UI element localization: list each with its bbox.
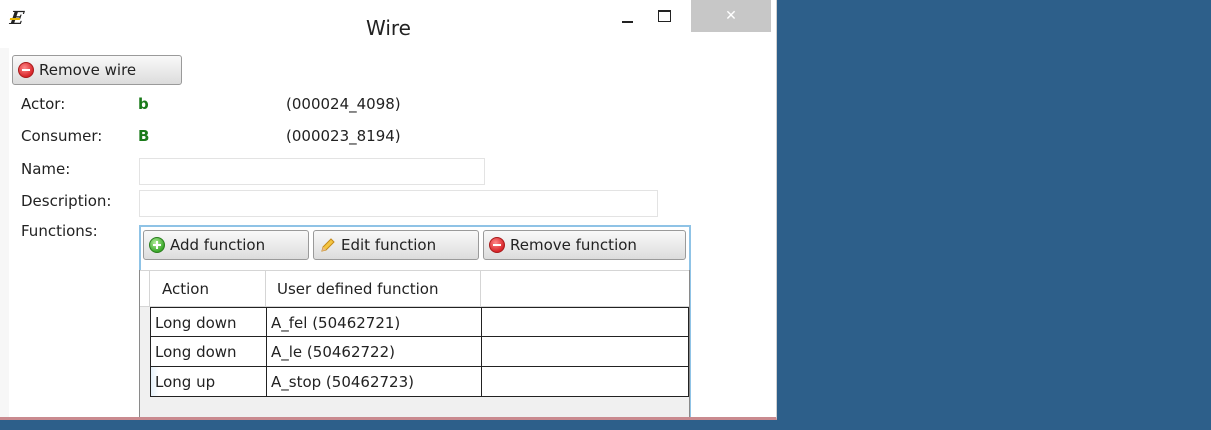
remove-function-button[interactable]: Remove function [483, 230, 686, 260]
consumer-id: (000023_8194) [286, 127, 401, 145]
table-row[interactable]: Long down A_le (50462722) [150, 337, 689, 367]
title-bar[interactable]: E Wire ✕ [0, 0, 776, 48]
maximize-icon [657, 10, 671, 22]
cell-action: Long down [150, 308, 266, 337]
table-row[interactable]: Long down A_fel (50462721) [150, 307, 689, 337]
add-circle-icon [149, 237, 165, 253]
consumer-label: Consumer: [21, 127, 103, 145]
actor-name: b [138, 95, 149, 113]
remove-wire-label: Remove wire [39, 61, 137, 79]
cell-action: Long up [150, 367, 266, 396]
pencil-icon [321, 238, 335, 252]
remove-circle-icon [18, 62, 34, 78]
maximize-button[interactable] [647, 0, 681, 32]
remove-circle-icon [489, 237, 505, 253]
cell-function: A_le (50462722) [266, 337, 481, 366]
actor-id: (000024_4098) [286, 95, 401, 113]
window-left-edge [0, 48, 9, 417]
actor-label: Actor: [21, 95, 66, 113]
functions-table[interactable]: Action User defined function Long down A… [139, 270, 690, 417]
desktop-background [777, 0, 1211, 430]
description-label: Description: [21, 192, 112, 210]
table-header: Action User defined function [140, 270, 689, 307]
add-function-button[interactable]: Add function [143, 230, 309, 260]
minimize-icon [621, 21, 633, 23]
wire-window: E Wire ✕ Remove wire Actor: b (000024_40… [0, 0, 777, 420]
column-header-action[interactable]: Action [162, 271, 209, 306]
cell-empty [481, 367, 689, 396]
remove-function-label: Remove function [510, 236, 637, 254]
cell-empty [481, 337, 689, 366]
description-field[interactable] [139, 190, 658, 217]
name-label: Name: [21, 160, 71, 178]
cell-action: Long down [150, 337, 266, 366]
table-row[interactable]: Long up A_stop (50462723) [150, 367, 689, 397]
cell-empty [481, 308, 689, 337]
edit-function-label: Edit function [341, 236, 437, 254]
remove-wire-button[interactable]: Remove wire [12, 55, 182, 85]
column-header-user-defined-function[interactable]: User defined function [277, 271, 438, 306]
functions-label: Functions: [21, 222, 98, 240]
close-button[interactable]: ✕ [691, 0, 771, 32]
close-icon: ✕ [725, 8, 737, 24]
consumer-name: B [138, 127, 150, 145]
cell-function: A_fel (50462721) [266, 308, 481, 337]
column-separator [149, 271, 150, 306]
cell-function: A_stop (50462723) [266, 367, 481, 396]
minimize-button[interactable] [610, 0, 644, 32]
add-function-label: Add function [170, 236, 266, 254]
edit-function-button[interactable]: Edit function [313, 230, 479, 260]
name-field[interactable] [139, 158, 485, 185]
column-separator[interactable] [265, 271, 266, 306]
column-separator[interactable] [480, 271, 481, 306]
